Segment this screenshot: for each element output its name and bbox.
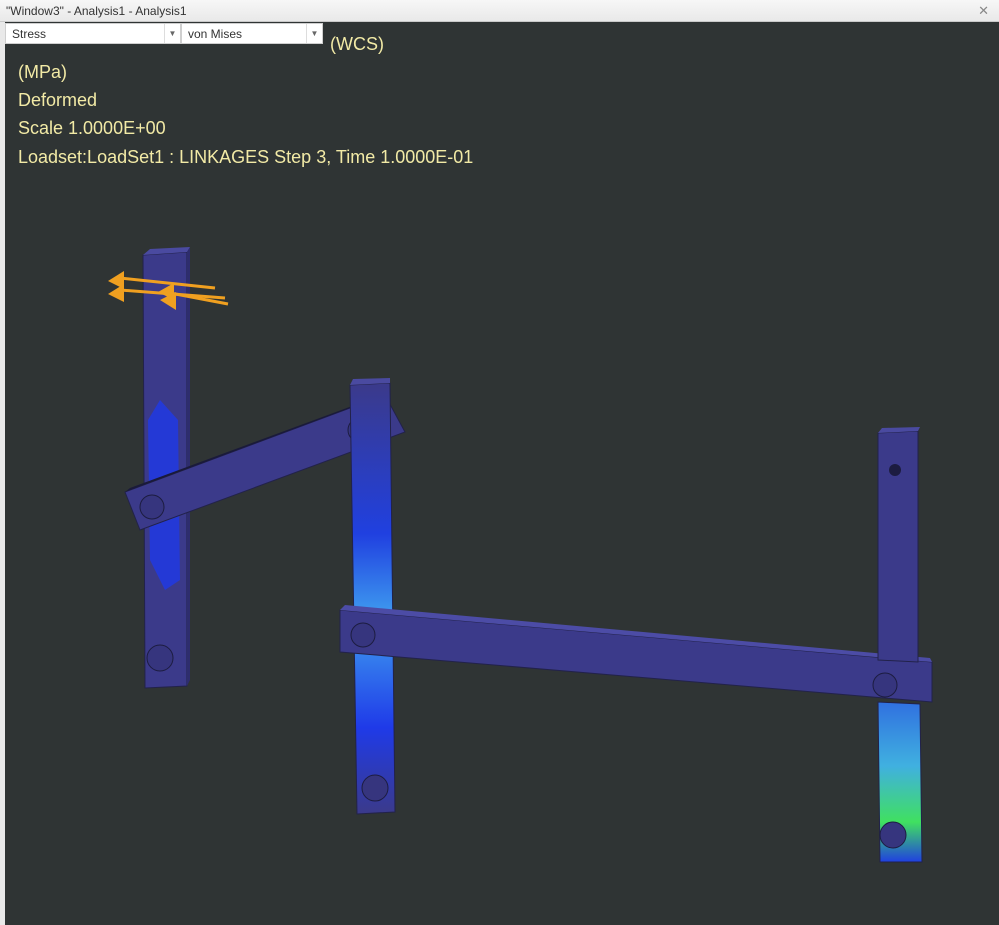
pin-icon: [139, 494, 165, 520]
pin-icon: [872, 672, 898, 698]
pin-icon: [879, 821, 907, 849]
pin-icon: [361, 774, 389, 802]
right-link: [877, 427, 923, 863]
hole-icon: [889, 464, 901, 476]
coupler-link: [339, 605, 933, 703]
pin-icon: [146, 644, 174, 672]
pin-icon: [350, 622, 376, 648]
left-link: [142, 247, 190, 689]
model-viewport[interactable]: [0, 0, 999, 925]
middle-link: [349, 378, 396, 815]
